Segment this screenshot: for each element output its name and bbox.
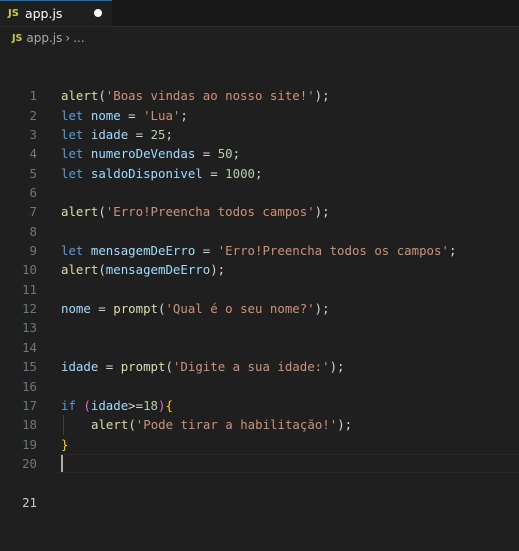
code-line: 9 [0, 222, 519, 258]
unsaved-changes-dot-icon[interactable] [94, 9, 102, 17]
code-line: 11 alert(mensagemDeErro); [0, 260, 519, 296]
breadcrumb-file[interactable]: app.js [26, 31, 62, 45]
code-line: 18 if (idade>=18){ [0, 396, 519, 432]
code-line: 7 [0, 183, 519, 219]
code-line: 16 idade = prompt('Digite a sua idade:')… [0, 357, 519, 393]
tab-label: app.js [24, 6, 63, 21]
code-line-current: 21 [0, 453, 519, 510]
breadcrumb-symbols[interactable]: ... [73, 31, 84, 45]
js-file-icon: JS [12, 32, 23, 44]
code-line: 20 } [0, 435, 519, 471]
code-line: 13 nome = prompt('Qual é o seu nome?'); [0, 299, 519, 335]
tab-app-js[interactable]: JS app.js [0, 0, 112, 26]
breadcrumb: JS app.js › ... [0, 27, 519, 49]
code-line: 12 [0, 280, 519, 316]
code-line: 19 alert('Pode tirar a habilitação!'); [0, 415, 519, 452]
code-line: 5 let numeroDeVendas = 50; [0, 144, 519, 180]
text-cursor [61, 454, 63, 472]
indent-guide [63, 415, 64, 435]
code-line: 17 [0, 377, 519, 413]
js-file-icon: JS [8, 8, 19, 19]
code-line: 4 let idade = 25; [0, 125, 519, 161]
code-line: 8 alert('Erro!Preencha todos campos'); [0, 202, 519, 238]
current-line-highlight [58, 453, 519, 474]
line-number: 21 [22, 494, 37, 510]
code-line: 3 let nome = 'Lua'; [0, 106, 519, 142]
code-line: 2 alert('Boas vindas ao nosso site!'); [0, 86, 519, 122]
code-line: 1 [0, 67, 519, 103]
chevron-right-icon: › [65, 31, 71, 45]
code-line: 10 let mensagemDeErro = 'Erro!Preencha t… [0, 241, 519, 277]
code-line: 6 let saldoDisponivel = 1000; [0, 164, 519, 200]
code-editor[interactable]: 1 2 alert('Boas vindas ao nosso site!');… [0, 67, 519, 510]
code-line: 15 [0, 338, 519, 374]
tab-bar: JS app.js [0, 0, 519, 27]
code-line: 14 [0, 318, 519, 355]
